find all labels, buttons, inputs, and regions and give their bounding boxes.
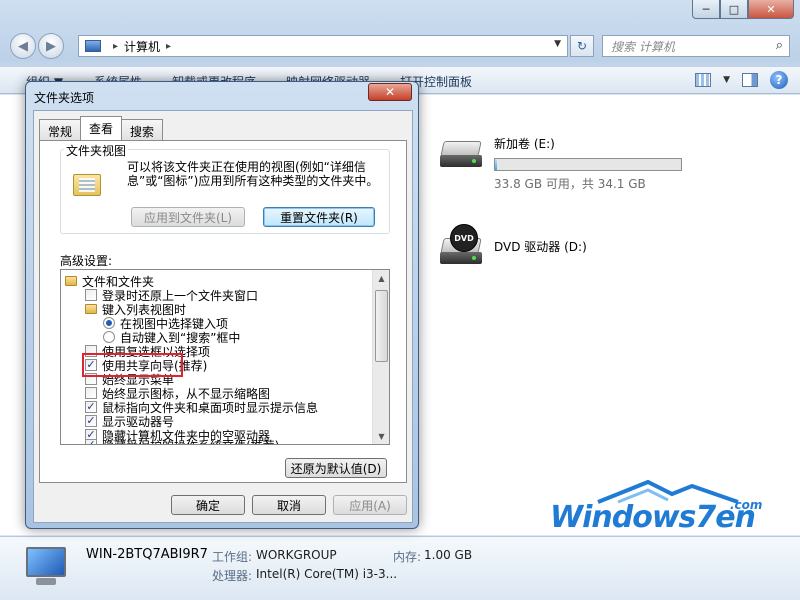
checkbox[interactable] (85, 387, 97, 399)
address-dropdown-icon[interactable]: ▼ (554, 39, 561, 49)
checkbox[interactable] (85, 289, 97, 301)
close-icon: ✕ (384, 85, 396, 99)
workgroup-label: 工作组: (212, 550, 253, 564)
option-hide-protected-os-files[interactable]: ✓ 隐藏受保护的操作系统文件(推荐) (85, 438, 279, 444)
cancel-button[interactable]: 取消 (252, 495, 326, 515)
annotation-highlight-box (82, 353, 183, 377)
forward-arrow-icon: ▶ (46, 38, 56, 54)
processor-label: 处理器: (212, 569, 253, 583)
workgroup-value: WORKGROUP (256, 548, 337, 562)
maximize-button[interactable]: □ (720, 0, 748, 19)
drive-e-capacity-fill (495, 159, 497, 170)
folder-views-group: 文件夹视图 可以将该文件夹正在使用的视图(例如“详细信息”或“图标”)应用到所有… (60, 142, 390, 234)
drive-e-name: 新加卷 (E:) (494, 137, 555, 151)
search-icon[interactable]: ⌕ (776, 38, 783, 53)
minimize-button[interactable]: ─ (692, 0, 720, 19)
address-bar[interactable]: ▸ 计算机 ▸ ▼ (78, 35, 568, 57)
restore-defaults-button[interactable]: 还原为默认值(D) (285, 458, 387, 478)
folder-icon (65, 276, 77, 286)
apply-button[interactable]: 应用(A) (333, 495, 407, 515)
back-arrow-icon: ◀ (18, 38, 28, 54)
close-window-button[interactable]: ✕ (748, 0, 794, 19)
back-button[interactable]: ◀ (10, 33, 36, 59)
watermark-suffix: .com (730, 498, 763, 512)
drive-e-capacity-text: 33.8 GB 可用，共 34.1 GB (494, 177, 646, 191)
folder-views-description: 可以将该文件夹正在使用的视图(例如“详细信息”或“图标”)应用到所有这种类型的文… (127, 160, 379, 188)
dvd-badge: DVD (450, 224, 478, 252)
search-input[interactable]: 搜索 计算机 ⌕ (602, 35, 790, 57)
memory-value: 1.00 GB (424, 548, 473, 562)
window-controls: ─ □ ✕ (692, 0, 794, 19)
drive-e[interactable]: 新加卷 (E:) 33.8 GB 可用，共 34.1 GB (438, 133, 682, 192)
scroll-up-icon[interactable]: ▲ (373, 270, 389, 286)
tab-view[interactable]: 查看 (80, 116, 123, 140)
computer-icon (85, 40, 101, 52)
scroll-down-icon[interactable]: ▼ (373, 428, 389, 444)
folder-icon (85, 304, 97, 314)
preview-pane-icon[interactable] (742, 73, 758, 87)
refresh-button[interactable]: ↻ (570, 35, 594, 57)
dialog-close-button[interactable]: ✕ (368, 83, 412, 101)
ok-button[interactable]: 确定 (171, 495, 245, 515)
details-pane: WIN-2BTQ7ABI9R7 工作组: WORKGROUP 内存: 1.00 … (0, 536, 800, 600)
tab-search[interactable]: 搜索 (121, 119, 164, 140)
hard-drive-icon (438, 133, 484, 173)
tab-general[interactable]: 常规 (39, 119, 82, 140)
breadcrumb-separator: ▸ (113, 40, 119, 52)
computer-name: WIN-2BTQ7ABI9R7 (86, 547, 208, 562)
drive-e-capacity-bar (494, 158, 682, 171)
radio-button[interactable] (103, 317, 115, 329)
dvd-drive-icon: DVD (438, 224, 484, 270)
refresh-icon: ↻ (576, 39, 588, 53)
checkbox[interactable]: ✓ (85, 401, 97, 413)
change-view-icon[interactable] (695, 73, 712, 87)
apply-to-folders-button[interactable]: 应用到文件夹(L) (131, 207, 245, 227)
folder-options-dialog: 文件夹选项 ✕ 常规 查看 搜索 文件夹视图 可以将该文件夹正在使用的视图(例如… (25, 81, 419, 529)
radio-button[interactable] (103, 331, 115, 343)
view-controls: ▼ ? (695, 71, 788, 89)
forward-button[interactable]: ▶ (38, 33, 64, 59)
drive-d[interactable]: DVD DVD 驱动器 (D:) (438, 224, 587, 270)
computer-monitor-icon (22, 547, 70, 587)
advanced-list-scrollbar[interactable]: ▲ ▼ (372, 270, 389, 444)
folder-views-icon (73, 170, 101, 196)
tab-strip: 常规 查看 搜索 (39, 116, 164, 140)
help-icon[interactable]: ? (770, 71, 788, 89)
checkbox[interactable]: ✓ (85, 439, 97, 444)
drive-d-name: DVD 驱动器 (D:) (494, 240, 587, 254)
scrollbar-thumb[interactable] (375, 290, 388, 362)
memory-label: 内存: (393, 550, 422, 564)
dialog-title: 文件夹选项 (34, 91, 95, 105)
navigation-bar: ◀ ▶ ▸ 计算机 ▸ ▼ ↻ 搜索 计算机 ⌕ (0, 30, 800, 62)
folder-views-label: 文件夹视图 (64, 142, 129, 159)
dialog-body: 常规 查看 搜索 文件夹视图 可以将该文件夹正在使用的视图(例如“详细信息”或“… (33, 110, 413, 523)
breadcrumb-separator[interactable]: ▸ (166, 41, 171, 52)
view-tab-panel: 文件夹视图 可以将该文件夹正在使用的视图(例如“详细信息”或“图标”)应用到所有… (39, 140, 407, 483)
checkbox[interactable]: ✓ (85, 415, 97, 427)
view-dropdown-icon[interactable]: ▼ (723, 75, 730, 85)
breadcrumb-computer[interactable]: 计算机 (124, 38, 160, 55)
search-placeholder: 搜索 计算机 (611, 39, 675, 54)
reset-folders-button[interactable]: 重置文件夹(R) (263, 207, 375, 227)
site-watermark-logo: Windows7en .com (548, 478, 788, 538)
advanced-settings-label: 高级设置: (60, 254, 113, 268)
watermark-brand: Windows7en (550, 500, 756, 535)
processor-value: Intel(R) Core(TM) i3-3... (256, 567, 398, 581)
